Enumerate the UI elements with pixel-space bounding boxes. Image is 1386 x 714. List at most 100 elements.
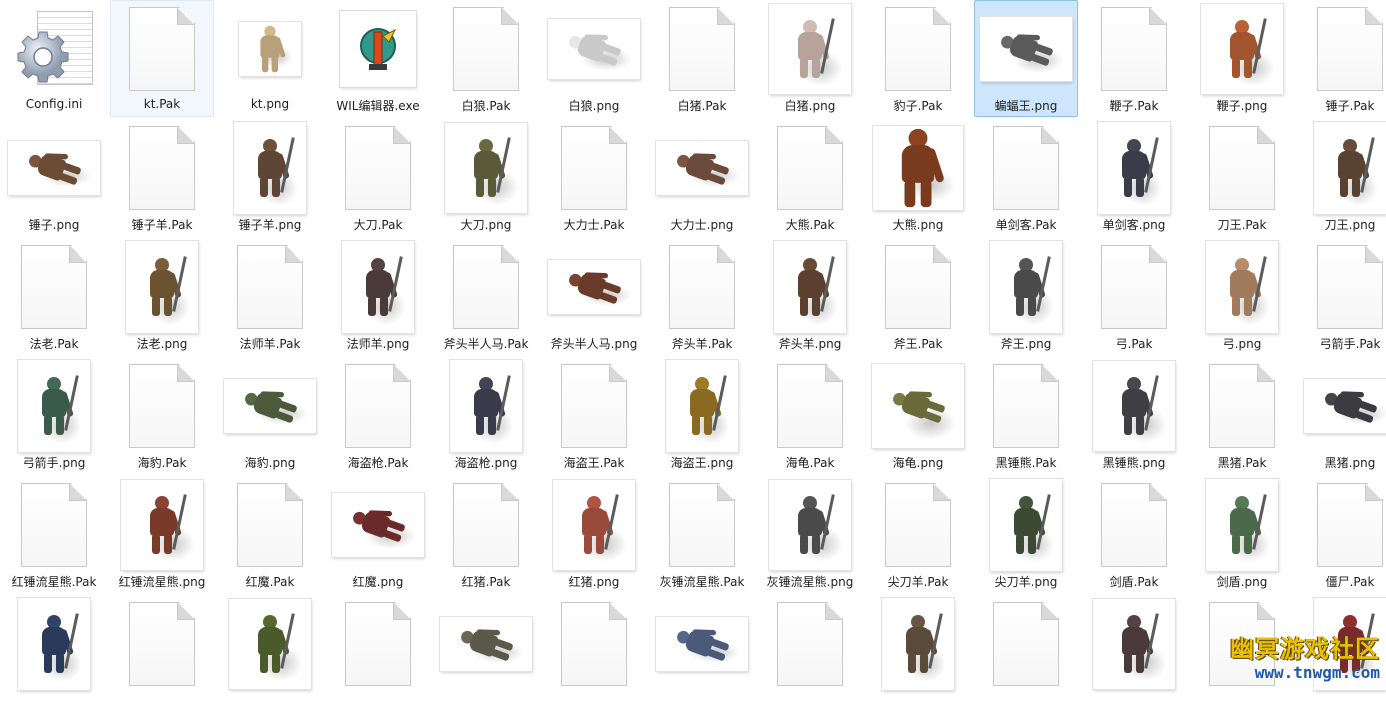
file-item[interactable]: 大力士.Pak [542,119,646,236]
file-item[interactable]: 弓箭手.png [2,357,106,474]
file-item[interactable] [974,595,1078,712]
file-item[interactable]: 单剑客.Pak [974,119,1078,236]
file-item[interactable]: Config.ini [2,0,106,117]
file-item[interactable]: 红锤流星熊.Pak [2,476,106,593]
file-thumbnail [435,241,537,333]
file-item[interactable]: 黑锤熊.Pak [974,357,1078,474]
file-item[interactable] [866,595,970,712]
file-item[interactable]: 斧王.png [974,238,1078,355]
file-thumbnail [111,598,213,690]
file-item[interactable] [758,595,862,712]
file-item[interactable]: 红锤流星熊.png [110,476,214,593]
file-item[interactable]: 红猪.png [542,476,646,593]
file-item[interactable]: 海盗枪.Pak [326,357,430,474]
file-item[interactable]: 豹子.Pak [866,0,970,117]
file-name-label: 斧头羊.png [778,337,842,351]
file-item[interactable] [326,595,430,712]
file-name-label: 白狼.png [568,99,620,113]
file-item[interactable]: 单剑客.png [1082,119,1186,236]
image-thumbnail [1206,479,1278,571]
file-item[interactable]: 斧头半人马.Pak [434,238,538,355]
file-item[interactable]: 僵尸.Pak [1298,476,1386,593]
file-item[interactable]: 鞭子.Pak [1082,0,1186,117]
file-item[interactable] [218,595,322,712]
image-thumbnail [656,617,748,671]
file-item[interactable]: 白猪.Pak [650,0,754,117]
file-item[interactable]: 法师羊.Pak [218,238,322,355]
file-item[interactable]: 海盗王.png [650,357,754,474]
image-thumbnail [873,126,963,210]
file-item[interactable]: 锤子羊.png [218,119,322,236]
file-name-label: 红魔.png [352,575,404,589]
blank-document-icon [345,126,411,210]
file-item[interactable]: 斧王.Pak [866,238,970,355]
file-item[interactable]: 白猪.png [758,0,862,117]
file-item[interactable] [542,595,646,712]
blank-document-icon [777,126,843,210]
file-name-label: 弓箭手.Pak [1319,337,1381,351]
file-name-label: 僵尸.Pak [1325,575,1375,589]
file-item[interactable]: 法老.Pak [2,238,106,355]
file-item[interactable]: 海豹.Pak [110,357,214,474]
file-item[interactable]: kt.png [218,0,322,117]
file-item[interactable]: 法师羊.png [326,238,430,355]
file-item[interactable]: 斧头羊.Pak [650,238,754,355]
file-item[interactable]: 白狼.png [542,0,646,117]
file-name-label: 灰锤流星熊.Pak [659,575,745,589]
file-item[interactable]: 刀王.Pak [1190,119,1294,236]
file-thumbnail [435,360,537,452]
file-item[interactable] [1082,595,1186,712]
file-item[interactable]: 灰锤流星熊.Pak [650,476,754,593]
file-item[interactable]: kt.Pak [110,0,214,117]
file-item[interactable]: 黑猪.png [1298,357,1386,474]
file-item[interactable]: 斧头羊.png [758,238,862,355]
file-item[interactable]: 大力士.png [650,119,754,236]
file-item[interactable]: 黑猪.Pak [1190,357,1294,474]
file-item[interactable]: 红魔.Pak [218,476,322,593]
file-item[interactable] [434,595,538,712]
file-name-label: 白狼.Pak [461,99,511,113]
file-item[interactable]: 红猪.Pak [434,476,538,593]
file-item[interactable]: 尖刀羊.png [974,476,1078,593]
file-item[interactable]: 斧头半人马.png [542,238,646,355]
file-thumbnail [3,479,105,571]
file-item[interactable]: 弓.Pak [1082,238,1186,355]
file-item[interactable]: 海龟.Pak [758,357,862,474]
file-item[interactable]: 锤子.png [2,119,106,236]
file-item[interactable] [650,595,754,712]
file-name-label: 白猪.Pak [677,99,727,113]
file-item[interactable]: 海豹.png [218,357,322,474]
file-item[interactable]: 蝙蝠王.png [974,0,1078,117]
file-item[interactable]: 锤子羊.Pak [110,119,214,236]
file-item[interactable] [2,595,106,712]
file-item[interactable]: 大熊.png [866,119,970,236]
file-item[interactable]: 白狼.Pak [434,0,538,117]
file-item[interactable]: 大刀.png [434,119,538,236]
application-icon [340,11,416,87]
image-thumbnail [872,364,964,448]
image-thumbnail [990,479,1062,571]
file-item[interactable]: 灰锤流星熊.png [758,476,862,593]
creature-sprite [358,256,403,318]
file-name-label: 斧头半人马.Pak [443,337,529,351]
creature-sprite [250,613,295,675]
file-item[interactable]: 大刀.Pak [326,119,430,236]
file-item[interactable]: 尖刀羊.Pak [866,476,970,593]
file-item[interactable]: 海龟.png [866,357,970,474]
file-item[interactable]: 法老.png [110,238,214,355]
file-item[interactable]: 红魔.png [326,476,430,593]
file-item[interactable]: 海盗枪.png [434,357,538,474]
file-item[interactable]: 锤子.Pak [1298,0,1386,117]
file-item[interactable]: 大熊.Pak [758,119,862,236]
file-item[interactable] [110,595,214,712]
file-item[interactable]: WIL编辑器.exe [326,0,430,117]
file-item[interactable]: 弓箭手.Pak [1298,238,1386,355]
file-item[interactable]: 剑盾.png [1190,476,1294,593]
file-item[interactable]: 黑锤熊.png [1082,357,1186,474]
file-item[interactable]: 海盗王.Pak [542,357,646,474]
file-item[interactable]: 剑盾.Pak [1082,476,1186,593]
file-item[interactable]: 鞭子.png [1190,0,1294,117]
file-item[interactable]: 刀王.png [1298,119,1386,236]
file-item[interactable]: 弓.png [1190,238,1294,355]
file-name-label: 大熊.Pak [785,218,835,232]
